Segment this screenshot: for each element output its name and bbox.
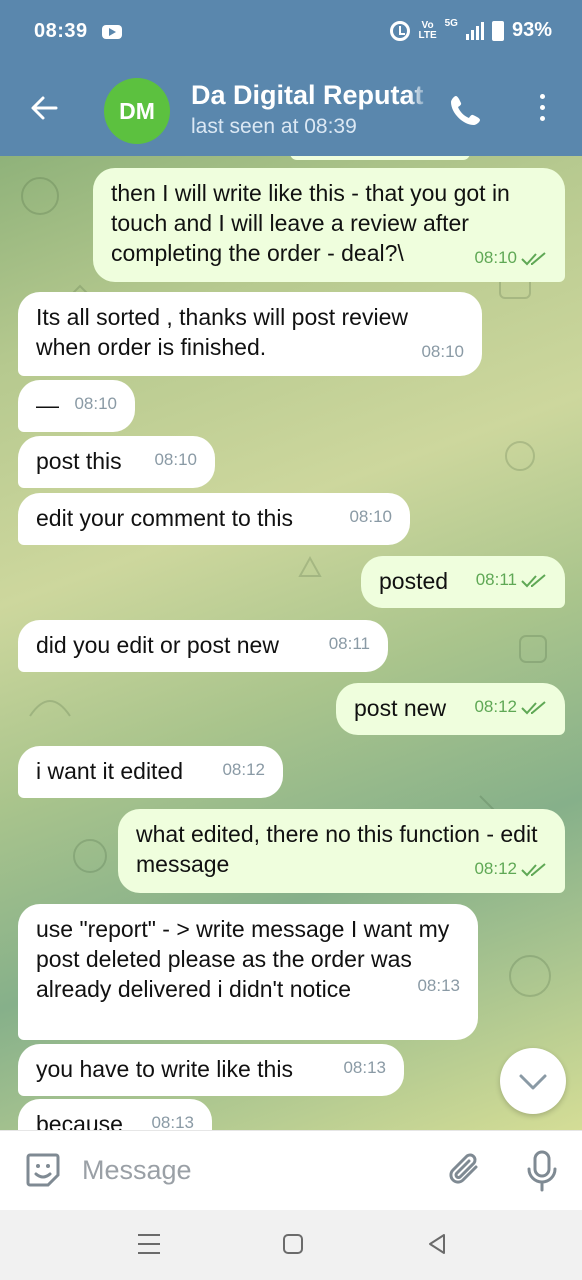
message-bubble-incoming[interactable]: did you edit or post new 08:11 (18, 620, 388, 672)
volte-indicator: Vo LTE (418, 19, 437, 41)
last-seen-status: last seen at 08:39 (191, 115, 357, 138)
message-time: 08:10 (474, 248, 517, 267)
status-bar: 08:39 Vo LTE 5G 93% (0, 0, 582, 62)
message-time: 08:13 (151, 1113, 194, 1130)
more-vertical-icon[interactable] (536, 94, 548, 126)
network-type: 5G (444, 18, 458, 29)
message-time: 08:10 (74, 394, 117, 413)
chat-title[interactable]: Da Digital Reputat (191, 80, 431, 111)
message-bubble-incoming[interactable]: — 08:10 (18, 380, 135, 432)
message-bubble-outgoing[interactable]: what edited, there no this function - ed… (118, 809, 565, 893)
microphone-icon[interactable] (524, 1149, 560, 1193)
previous-message-edge (290, 156, 470, 160)
message-bubble-incoming[interactable]: because 08:13 (18, 1099, 212, 1130)
message-time: 08:10 (154, 450, 197, 469)
message-time: 08:12 (222, 760, 265, 779)
chat-header: DM Da Digital Reputat last seen at 08:39 (0, 62, 582, 156)
emoji-sticker-icon[interactable] (24, 1151, 62, 1189)
message-bubble-incoming[interactable]: Its all sorted , thanks will post review… (18, 292, 482, 376)
recent-apps-icon[interactable] (138, 1234, 160, 1254)
message-time: 08:12 (474, 859, 517, 878)
message-bubble-incoming[interactable]: edit your comment to this 08:10 (18, 493, 410, 545)
back-triangle-icon[interactable] (426, 1232, 448, 1256)
phone-icon[interactable] (448, 92, 484, 128)
battery-percent: 93% (511, 19, 552, 41)
arrow-left-icon[interactable] (28, 92, 60, 124)
message-bubble-outgoing[interactable]: then I will write like this - that you g… (93, 168, 565, 282)
double-check-icon (521, 251, 546, 265)
message-list[interactable]: then I will write like this - that you g… (0, 156, 582, 1130)
double-check-icon (521, 700, 546, 714)
home-icon[interactable] (283, 1234, 303, 1254)
message-time: 08:12 (474, 697, 517, 716)
paperclip-icon[interactable] (446, 1151, 484, 1189)
message-bubble-incoming[interactable]: i want it edited 08:12 (18, 746, 283, 798)
message-time: 08:11 (475, 570, 517, 589)
status-time: 08:39 (34, 20, 88, 42)
message-time: 08:13 (343, 1058, 386, 1077)
battery-icon (491, 20, 504, 41)
double-check-icon (521, 862, 546, 876)
avatar[interactable]: DM (104, 78, 170, 144)
alarm-icon (390, 20, 411, 41)
scroll-down-button[interactable] (500, 1048, 566, 1114)
double-check-icon (521, 573, 546, 587)
message-time: 08:10 (349, 507, 392, 526)
message-time: 08:10 (421, 342, 464, 361)
message-bubble-incoming[interactable]: use "report" - > write message I want my… (18, 904, 478, 1040)
system-navigation-bar (0, 1210, 582, 1280)
message-composer: Message (0, 1130, 582, 1210)
message-time: 08:13 (417, 976, 460, 995)
message-time: 08:11 (328, 634, 370, 653)
message-bubble-incoming[interactable]: post this 08:10 (18, 436, 215, 488)
chevron-down-icon (519, 1074, 547, 1090)
message-bubble-outgoing[interactable]: post new 08:12 (336, 683, 565, 735)
message-bubble-incoming[interactable]: you have to write like this 08:13 (18, 1044, 404, 1096)
youtube-notification-icon (102, 25, 122, 39)
signal-icon (465, 21, 484, 40)
message-input[interactable]: Message (82, 1155, 192, 1186)
message-bubble-outgoing[interactable]: posted 08:11 (361, 556, 565, 608)
